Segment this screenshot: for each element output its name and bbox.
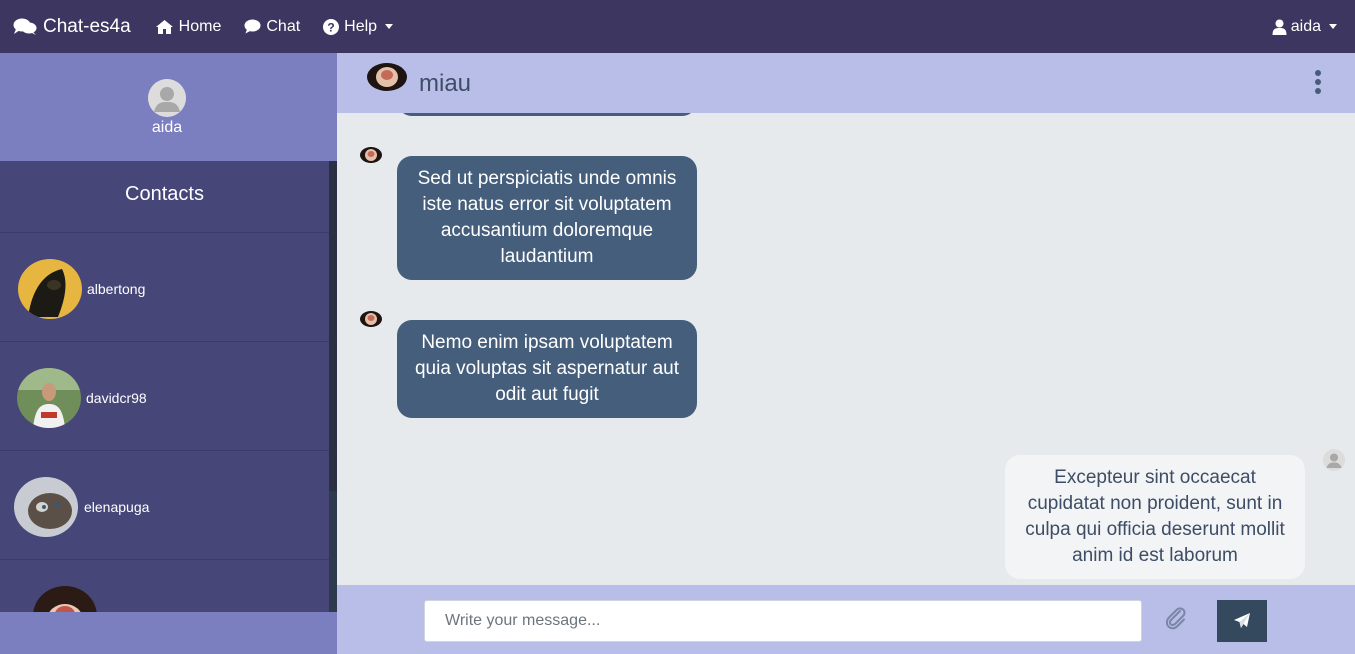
nav-home[interactable]: Home [155,17,222,36]
brand-link[interactable]: Chat-es4a [13,16,131,38]
user-menu-label: aida [1290,17,1321,35]
contact-item-albertong[interactable]: albertong [0,233,329,342]
avatar[interactable] [148,79,186,117]
chat-contact-name: miau [419,70,472,97]
contact-name: albertong [87,281,146,297]
message-list: Sed ut perspiciatis unde omnis iste natu… [337,113,1355,585]
user-menu-dropdown[interactable]: aida [1272,0,1337,53]
user-icon [1272,19,1287,35]
message-input-bar [337,585,1355,654]
avatar [367,63,407,91]
nav-chat-label: Chat [266,17,301,35]
contact-item-elenapuga[interactable]: elenapuga [0,451,329,560]
avatar [18,259,82,319]
contacts-title: Contacts [0,161,329,233]
avatar [17,368,81,428]
paperclip-icon[interactable] [1163,605,1189,631]
nav-chat[interactable]: Chat [244,18,300,36]
avatar [360,311,382,327]
chevron-down-icon [1329,24,1337,29]
profile-panel: aida [0,53,337,161]
avatar [33,586,97,612]
profile-name: aida [151,119,183,136]
avatar [14,477,78,537]
contact-item-davidcr98[interactable]: davidcr98 [0,342,329,451]
message-bubble-partial [397,113,697,116]
send-button[interactable] [1217,600,1267,642]
brand-label: Chat-es4a [43,15,131,37]
nav-home-label: Home [178,17,222,35]
comments-icon [13,18,37,35]
nav-help-label: Help [344,17,378,35]
contacts-panel: Contacts albertong davidcr98 elenapuga [0,161,337,612]
chevron-down-icon [385,24,394,29]
message-bubble: Sed ut perspiciatis unde omnis iste natu… [397,156,697,280]
nav-help-dropdown[interactable]: ? Help [323,17,394,36]
svg-text:?: ? [327,20,334,34]
home-icon [155,19,173,34]
sidebar-footer [0,612,337,654]
contact-name: davidcr98 [86,390,147,406]
avatar [360,147,382,163]
message-bubble: Nemo enim ipsam voluptatem quia voluptas… [397,320,697,418]
message-input[interactable] [424,600,1142,642]
contact-name: elenapuga [84,499,150,515]
top-navbar: Chat-es4a Home Chat ? Help aida [0,0,1355,53]
scrollbar-thumb[interactable] [329,161,337,491]
question-circle-icon: ? [323,18,340,35]
message-bubble: Excepteur sint occaecat cupidatat non pr… [1005,455,1305,579]
comment-icon [244,19,261,34]
more-options-icon[interactable] [1313,70,1323,96]
sidebar: aida Contacts albertong davidcr98 elenap… [0,53,337,654]
contact-item[interactable] [0,560,329,612]
paper-plane-icon [1234,613,1250,628]
chat-header: miau [337,53,1355,113]
contacts-scrollbar[interactable] [329,161,337,612]
avatar [1323,449,1345,471]
